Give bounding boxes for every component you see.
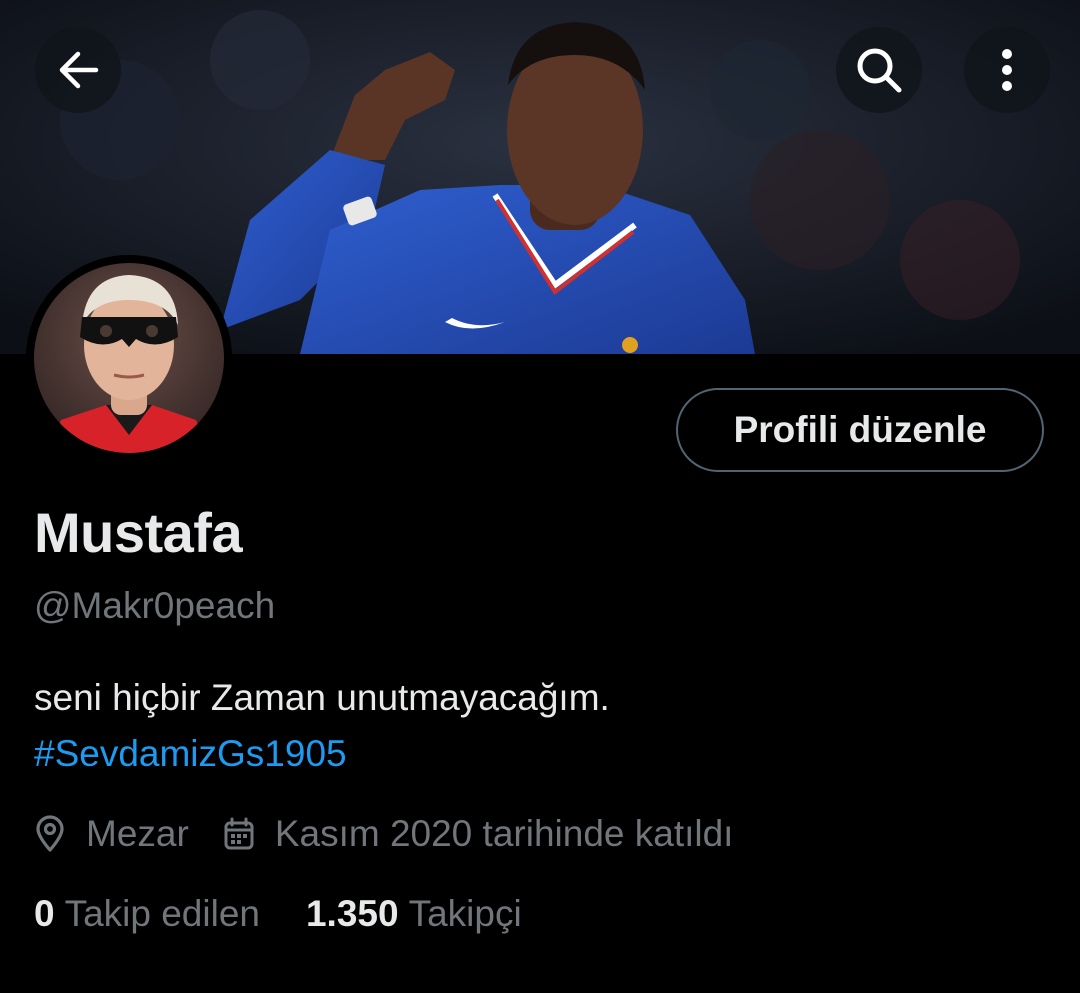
joined-text: Kasım 2020 tarihinde katıldı [274, 813, 734, 854]
avatar[interactable] [26, 255, 232, 461]
profile-name: Mustafa [34, 501, 243, 564]
arrow-left-icon [59, 51, 99, 89]
search-icon [857, 48, 902, 93]
follow-stats: 0 Takip edilen 1.350 Takipçi [34, 893, 522, 935]
location-text: Mezar [86, 813, 189, 854]
followers-label: Takipçi [408, 893, 522, 934]
back-button[interactable] [35, 27, 121, 113]
avatar-image [26, 255, 232, 461]
bio-hashtag-link[interactable]: #SevdamizGs1905 [34, 726, 610, 782]
following-count: 0 [34, 893, 55, 934]
more-vertical-icon [1002, 49, 1012, 91]
joined-item: Kasım 2020 tarihinde katıldı [223, 813, 734, 855]
followers-link[interactable]: 1.350 Takipçi [306, 893, 522, 935]
followers-count: 1.350 [305, 893, 399, 934]
profile-meta: Mezar Kasım 2020 tarihinde katıldı [34, 808, 733, 860]
location-item: Mezar [34, 813, 189, 855]
more-options-button[interactable] [964, 27, 1050, 113]
bio-text: seni hiçbir Zaman unutmayacağım. [34, 677, 610, 718]
profile-bio: seni hiçbir Zaman unutmayacağım. #Sevdam… [34, 670, 610, 782]
calendar-icon [223, 817, 255, 851]
search-button[interactable] [836, 27, 922, 113]
profile-handle: @Makr0peach [34, 585, 276, 626]
following-label: Takip edilen [64, 893, 260, 934]
following-link[interactable]: 0 Takip edilen [34, 893, 260, 935]
location-pin-icon [34, 815, 66, 853]
edit-profile-button[interactable]: Profili düzenle [676, 388, 1044, 472]
